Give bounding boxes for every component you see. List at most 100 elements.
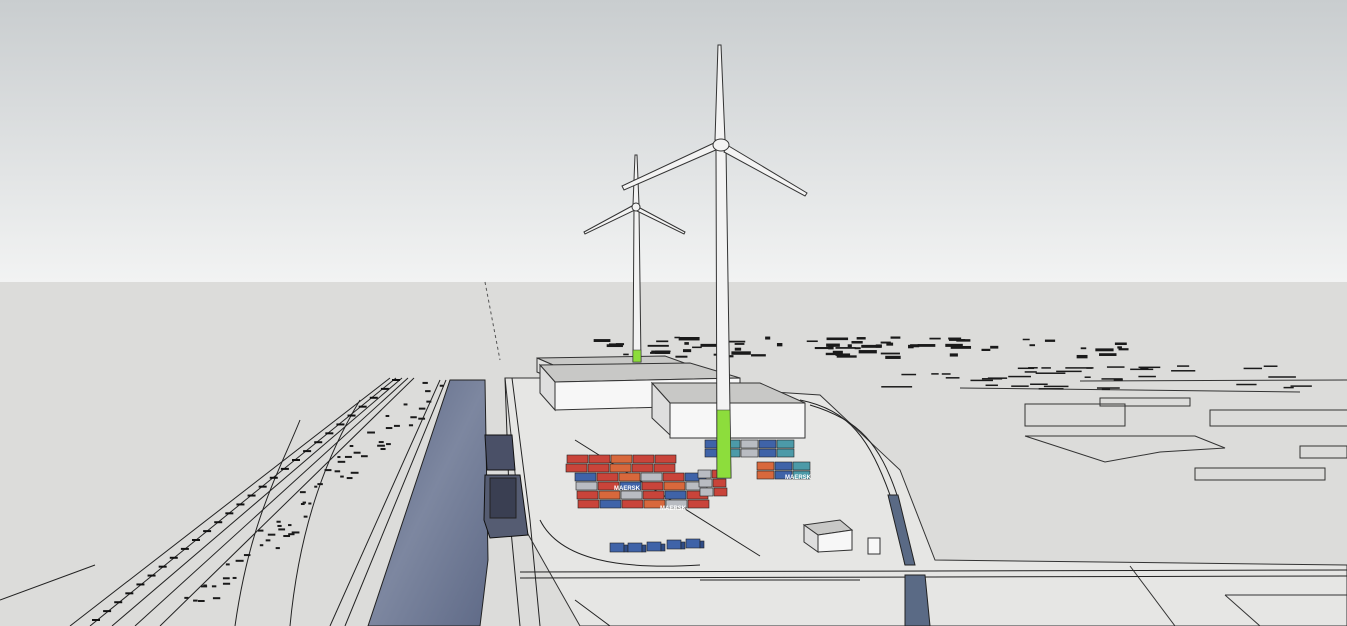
map-mark bbox=[1236, 383, 1257, 386]
map-mark bbox=[836, 355, 857, 358]
map-mark bbox=[1177, 365, 1190, 367]
map-mark bbox=[308, 502, 312, 505]
map-mark bbox=[198, 599, 205, 602]
map-mark bbox=[1043, 385, 1069, 388]
map-mark bbox=[265, 539, 271, 542]
map-mark bbox=[917, 344, 936, 347]
shipping-container bbox=[575, 481, 598, 491]
map-mark bbox=[393, 424, 400, 427]
map-mark bbox=[776, 343, 783, 347]
map-mark bbox=[1114, 342, 1127, 345]
map-mark bbox=[674, 336, 680, 339]
map-mark bbox=[1138, 366, 1161, 369]
map-mark bbox=[380, 448, 386, 451]
map-mark bbox=[410, 416, 417, 419]
map-mark bbox=[349, 445, 354, 448]
map-mark bbox=[1024, 371, 1037, 373]
shipping-container bbox=[756, 461, 775, 471]
shipping-container bbox=[698, 478, 713, 488]
map-mark bbox=[623, 353, 629, 356]
shipping-container bbox=[792, 461, 811, 471]
map-mark bbox=[337, 460, 346, 463]
map-mark bbox=[314, 485, 318, 488]
map-mark bbox=[385, 414, 390, 417]
map-mark bbox=[243, 554, 251, 557]
map-mark bbox=[835, 347, 856, 349]
map-mark bbox=[1101, 388, 1111, 391]
map-mark bbox=[684, 342, 689, 345]
shipping-container bbox=[565, 463, 588, 473]
map-mark bbox=[1130, 368, 1154, 371]
shipping-container bbox=[587, 463, 610, 473]
truck-trailer bbox=[646, 541, 662, 552]
map-mark bbox=[212, 597, 221, 600]
map-mark bbox=[931, 373, 939, 375]
map-mark bbox=[340, 475, 344, 478]
map-mark bbox=[1029, 344, 1036, 347]
map-mark bbox=[949, 353, 958, 357]
container-brand-label: MAERSK bbox=[660, 506, 687, 512]
map-mark bbox=[288, 524, 292, 527]
map-mark bbox=[317, 483, 323, 486]
shipping-container bbox=[641, 481, 664, 491]
shipping-container bbox=[577, 499, 600, 509]
map-mark bbox=[1243, 367, 1263, 370]
shipping-container bbox=[740, 448, 759, 458]
map-mark bbox=[608, 343, 622, 347]
map-mark bbox=[334, 470, 341, 473]
map-mark bbox=[858, 350, 877, 354]
map-mark bbox=[232, 576, 237, 579]
shipping-container bbox=[621, 499, 644, 509]
map-mark bbox=[1041, 367, 1051, 369]
truck-trailer bbox=[685, 538, 701, 549]
map-mark bbox=[885, 355, 901, 359]
map-mark bbox=[439, 384, 444, 387]
map-mark bbox=[1056, 370, 1082, 373]
shipping-container bbox=[620, 490, 643, 500]
map-mark bbox=[656, 340, 669, 343]
shipping-container bbox=[640, 472, 663, 482]
port-3d-model-view: MAERSK MAERSK MAERSK bbox=[0, 0, 1347, 626]
map-mark bbox=[826, 343, 840, 347]
map-mark bbox=[1086, 367, 1093, 369]
truck-trailer bbox=[666, 539, 682, 550]
shipping-container bbox=[687, 499, 710, 509]
shipping-container bbox=[756, 470, 775, 480]
map-mark bbox=[734, 347, 742, 351]
shipping-container bbox=[699, 487, 714, 497]
map-mark bbox=[655, 350, 670, 354]
map-mark bbox=[275, 547, 280, 550]
map-mark bbox=[278, 528, 286, 531]
container-brand-label: MAERSK bbox=[614, 486, 641, 492]
shipping-container bbox=[632, 454, 655, 464]
shipping-container bbox=[618, 472, 641, 482]
shipping-container bbox=[774, 461, 793, 471]
map-mark bbox=[193, 599, 198, 602]
shipping-container bbox=[631, 463, 654, 473]
map-mark bbox=[881, 386, 913, 388]
map-mark bbox=[851, 341, 863, 344]
map-mark bbox=[1290, 385, 1312, 387]
shipping-container bbox=[654, 454, 677, 464]
map-mark bbox=[300, 503, 305, 506]
shipping-container bbox=[740, 439, 759, 449]
map-mark bbox=[945, 377, 960, 379]
shipping-container bbox=[609, 463, 632, 473]
shipping-container bbox=[776, 439, 795, 449]
map-mark bbox=[880, 341, 891, 344]
map-mark bbox=[970, 379, 993, 382]
map-mark bbox=[981, 348, 991, 352]
container-brand-label: MAERSK bbox=[785, 475, 812, 481]
truck-cab bbox=[680, 541, 686, 550]
map-mark bbox=[814, 347, 831, 350]
map-mark bbox=[1044, 339, 1056, 342]
truck-trailer bbox=[609, 542, 625, 553]
map-mark bbox=[593, 339, 611, 342]
map-mark bbox=[675, 355, 688, 358]
map-mark bbox=[806, 340, 818, 343]
map-mark bbox=[360, 455, 368, 458]
map-mark bbox=[647, 344, 669, 347]
map-mark bbox=[426, 400, 432, 403]
map-mark bbox=[367, 431, 375, 434]
map-mark bbox=[1118, 348, 1129, 351]
